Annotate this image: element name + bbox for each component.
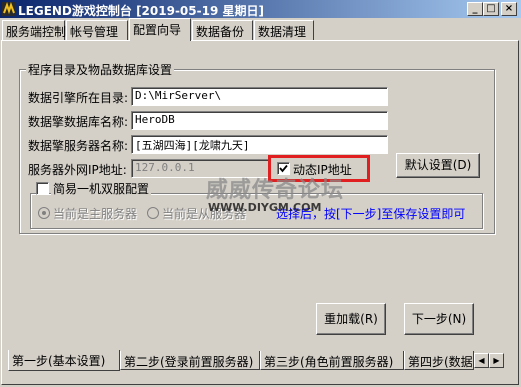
dual-server-checkbox[interactable] bbox=[36, 182, 49, 195]
radio-main-server-label: 当前是主服务器 bbox=[53, 207, 138, 221]
default-settings-button[interactable]: 默认设置(D) bbox=[396, 153, 480, 178]
watermark-url: WWW.DIYGM.COM bbox=[208, 201, 322, 214]
reload-button[interactable]: 重加载(R) bbox=[316, 303, 386, 335]
close-button[interactable]: × bbox=[501, 2, 517, 16]
tab-server-control[interactable]: 服务端控制 bbox=[2, 20, 66, 40]
radio-slave-server[interactable] bbox=[147, 207, 159, 219]
dual-server-title: 简易一机双服配置 bbox=[51, 180, 152, 197]
engine-dir-input[interactable]: D:\MirServer\ bbox=[131, 87, 388, 106]
tab-data-backup[interactable]: 数据备份 bbox=[192, 20, 253, 40]
server-name-input[interactable]: [五湖四海][龙啸九天] bbox=[131, 135, 388, 154]
tab-config-wizard[interactable]: 配置向导 bbox=[129, 18, 191, 41]
server-name-label: 数据擎服务器名称: bbox=[28, 139, 129, 153]
tab-step-2[interactable]: 第二步(登录前置服务器) bbox=[120, 351, 260, 370]
watermark-title: 威威传奇论坛 bbox=[206, 178, 345, 203]
scroll-left-icon[interactable]: ◀ bbox=[474, 353, 489, 368]
radio-selected-dot bbox=[42, 211, 46, 215]
tab-account-management[interactable]: 帐号管理 bbox=[66, 20, 128, 40]
window-title: LEGEND游戏控制台 [2019-05-19 星期日] bbox=[18, 4, 264, 18]
app-icon bbox=[2, 2, 16, 16]
next-button[interactable]: 下一步(N) bbox=[404, 303, 474, 335]
tab-data-cleanup[interactable]: 数据清理 bbox=[254, 20, 314, 40]
ip-label: 服务器外网IP地址: bbox=[28, 163, 127, 177]
minimize-button[interactable]: _ bbox=[467, 2, 483, 16]
engine-dir-label: 数据引擎所在目录: bbox=[28, 91, 129, 105]
tab-step-3[interactable]: 第三步(角色前置服务器) bbox=[260, 351, 404, 370]
group-program-settings-title: 程序目录及物品数据库设置 bbox=[26, 61, 175, 78]
radio-main-server[interactable] bbox=[38, 207, 50, 219]
tab-step-1[interactable]: 第一步(基本设置) bbox=[8, 350, 120, 371]
scroll-right-icon[interactable]: ▶ bbox=[489, 353, 504, 368]
db-name-label: 数据擎数据库名称: bbox=[28, 115, 129, 129]
tab-step-4[interactable]: 第四步(数据 bbox=[404, 351, 474, 370]
maximize-button[interactable]: □ bbox=[483, 2, 499, 16]
db-name-input[interactable]: HeroDB bbox=[131, 111, 388, 130]
title-bar[interactable]: LEGEND游戏控制台 [2019-05-19 星期日] _ □ × bbox=[0, 0, 521, 18]
